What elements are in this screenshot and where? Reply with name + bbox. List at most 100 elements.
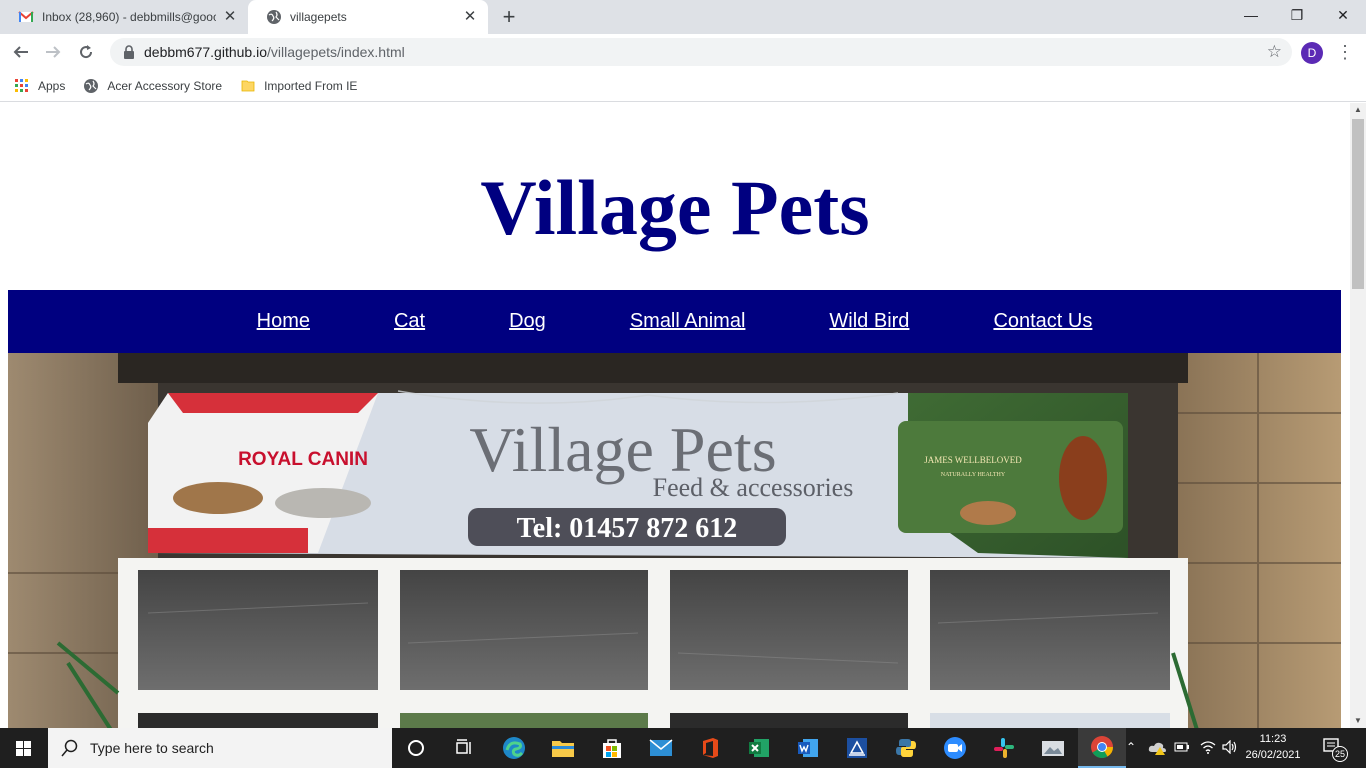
nav-home-link[interactable]: Home bbox=[257, 310, 310, 333]
reload-icon bbox=[80, 45, 93, 59]
tray-expand-chevron-icon[interactable]: ⌃ bbox=[1126, 740, 1136, 754]
nav-dog-link[interactable]: Dog bbox=[509, 310, 546, 333]
page-scrollbar[interactable]: ▲ ▼ bbox=[1350, 103, 1366, 728]
taskbar-clock[interactable]: 11:23 26/02/2021 bbox=[1240, 731, 1306, 763]
excel-icon bbox=[749, 739, 769, 757]
scroll-down-arrow-icon[interactable]: ▼ bbox=[1350, 714, 1366, 728]
bookmark-apps[interactable]: Apps bbox=[14, 78, 65, 94]
clock-date: 26/02/2021 bbox=[1245, 749, 1301, 761]
james-wellbeloved-text: JAMES WELLBELOVED bbox=[924, 455, 1022, 465]
nav-contact-us-link[interactable]: Contact Us bbox=[993, 310, 1092, 333]
bookmark-acer[interactable]: Acer Accessory Store bbox=[83, 78, 222, 94]
store-bag-icon bbox=[603, 739, 621, 758]
page-viewport: Village Pets Home Cat Dog Small Animal W… bbox=[0, 103, 1350, 728]
site-title: Village Pets bbox=[480, 164, 870, 251]
store-taskbar-app[interactable] bbox=[588, 728, 636, 768]
tab-title: villagepets bbox=[290, 10, 347, 24]
new-tab-button[interactable]: + bbox=[499, 6, 519, 28]
folder-icon bbox=[552, 741, 574, 757]
lock-icon bbox=[124, 45, 134, 59]
site-nav: Home Cat Dog Small Animal Wild Bird Cont… bbox=[8, 290, 1341, 353]
browser-menu-icon[interactable]: ⋮ bbox=[1336, 41, 1354, 63]
forward-arrow-icon bbox=[46, 46, 61, 58]
edge-taskbar-app[interactable] bbox=[490, 728, 538, 768]
cortana-circle-icon bbox=[408, 740, 424, 756]
edge-icon bbox=[503, 737, 525, 759]
action-center-button[interactable]: 25 bbox=[1318, 736, 1348, 762]
close-tab-icon[interactable]: ✕ bbox=[222, 9, 238, 25]
tab-gmail[interactable]: Inbox (28,960) - debbmills@gooc ✕ bbox=[0, 0, 248, 34]
bookmarks-bar: Apps Acer Accessory Store Imported From … bbox=[0, 70, 1366, 102]
taskbar-search[interactable]: Type here to search bbox=[48, 728, 392, 768]
back-button[interactable] bbox=[9, 40, 33, 64]
mail-taskbar-app[interactable] bbox=[637, 728, 685, 768]
url-host: debbm677.github.io bbox=[144, 44, 267, 60]
shopfront-photo: ROYAL CANIN Village Pets Feed & accessor… bbox=[8, 353, 1341, 728]
nav-cat-link[interactable]: Cat bbox=[394, 310, 425, 333]
excel-taskbar-app[interactable] bbox=[735, 728, 783, 768]
zoom-video-icon bbox=[944, 737, 966, 759]
search-icon bbox=[61, 739, 78, 757]
task-view-button[interactable] bbox=[440, 728, 488, 768]
reload-button[interactable] bbox=[74, 40, 98, 64]
python-icon bbox=[896, 739, 916, 757]
close-window-button[interactable]: ✕ bbox=[1320, 0, 1366, 30]
apps-grid-icon bbox=[15, 78, 28, 92]
volume-icon[interactable] bbox=[1222, 740, 1238, 754]
nav-small-animal-link[interactable]: Small Animal bbox=[630, 310, 746, 333]
gmail-icon bbox=[18, 11, 34, 22]
windows-taskbar: Type here to search ⌃ 11:23 26/02/2021 2… bbox=[0, 728, 1366, 768]
james-wellbeloved-sub-text: NATURALLY HEALTHY bbox=[941, 472, 1006, 478]
cortana-button[interactable] bbox=[392, 728, 440, 768]
photos-icon bbox=[1042, 741, 1064, 756]
scroll-up-arrow-icon[interactable]: ▲ bbox=[1350, 103, 1366, 117]
office-taskbar-app[interactable] bbox=[686, 728, 734, 768]
restore-button[interactable]: ❐ bbox=[1274, 0, 1320, 30]
office-icon bbox=[703, 738, 718, 758]
slack-icon bbox=[994, 738, 1014, 758]
royal-canin-text: ROYAL CANIN bbox=[238, 449, 368, 470]
sign-subtitle-text: Feed & accessories bbox=[653, 473, 854, 502]
search-placeholder: Type here to search bbox=[90, 740, 214, 756]
zoom-taskbar-app[interactable] bbox=[931, 728, 979, 768]
bookmark-label: Apps bbox=[38, 78, 66, 93]
start-button[interactable] bbox=[0, 728, 48, 768]
word-taskbar-app[interactable] bbox=[784, 728, 832, 768]
mail-envelope-icon bbox=[649, 739, 673, 756]
address-bar[interactable]: debbm677.github.io/villagepets/index.htm… bbox=[110, 38, 1292, 66]
tab-villagepets[interactable]: villagepets ✕ bbox=[248, 0, 488, 34]
bookmark-label: Acer Accessory Store bbox=[107, 78, 223, 93]
windows-logo-icon bbox=[16, 741, 31, 756]
photos-taskbar-app[interactable] bbox=[1029, 728, 1077, 768]
bookmark-label: Imported From IE bbox=[264, 78, 358, 93]
slack-taskbar-app[interactable] bbox=[980, 728, 1028, 768]
globe-icon bbox=[267, 10, 281, 24]
wifi-icon[interactable] bbox=[1200, 740, 1216, 754]
profile-avatar[interactable]: D bbox=[1301, 42, 1323, 64]
url-path: /villagepets/index.html bbox=[267, 44, 405, 60]
scrollbar-thumb[interactable] bbox=[1352, 119, 1364, 289]
back-arrow-icon bbox=[13, 46, 28, 58]
bookmark-imported-folder[interactable]: Imported From IE bbox=[240, 78, 357, 94]
minimize-button[interactable]: — bbox=[1228, 0, 1274, 30]
python-taskbar-app[interactable] bbox=[882, 728, 930, 768]
url-text: debbm677.github.io/villagepets/index.htm… bbox=[144, 44, 405, 60]
task-view-icon bbox=[456, 739, 471, 754]
clock-time: 11:23 bbox=[1259, 733, 1287, 745]
scanner-taskbar-app[interactable] bbox=[833, 728, 881, 768]
file-explorer-taskbar-app[interactable] bbox=[539, 728, 587, 768]
forward-button[interactable] bbox=[41, 40, 65, 64]
chrome-taskbar-app[interactable] bbox=[1078, 728, 1126, 768]
sign-phone-text: Tel: 01457 872 612 bbox=[517, 513, 738, 544]
globe-icon bbox=[84, 78, 99, 93]
tab-strip: Inbox (28,960) - debbmills@gooc ✕ villag… bbox=[0, 0, 1366, 34]
folder-icon bbox=[241, 80, 255, 91]
chrome-icon bbox=[1091, 736, 1113, 758]
nav-wild-bird-link[interactable]: Wild Bird bbox=[829, 310, 909, 333]
bookmark-star-icon[interactable]: ☆ bbox=[1267, 42, 1282, 62]
battery-icon[interactable] bbox=[1174, 741, 1190, 753]
close-tab-icon[interactable]: ✕ bbox=[462, 9, 478, 25]
browser-toolbar: debbm677.github.io/villagepets/index.htm… bbox=[0, 34, 1366, 70]
scanner-icon bbox=[847, 738, 867, 758]
onedrive-warning-icon[interactable] bbox=[1148, 740, 1168, 756]
